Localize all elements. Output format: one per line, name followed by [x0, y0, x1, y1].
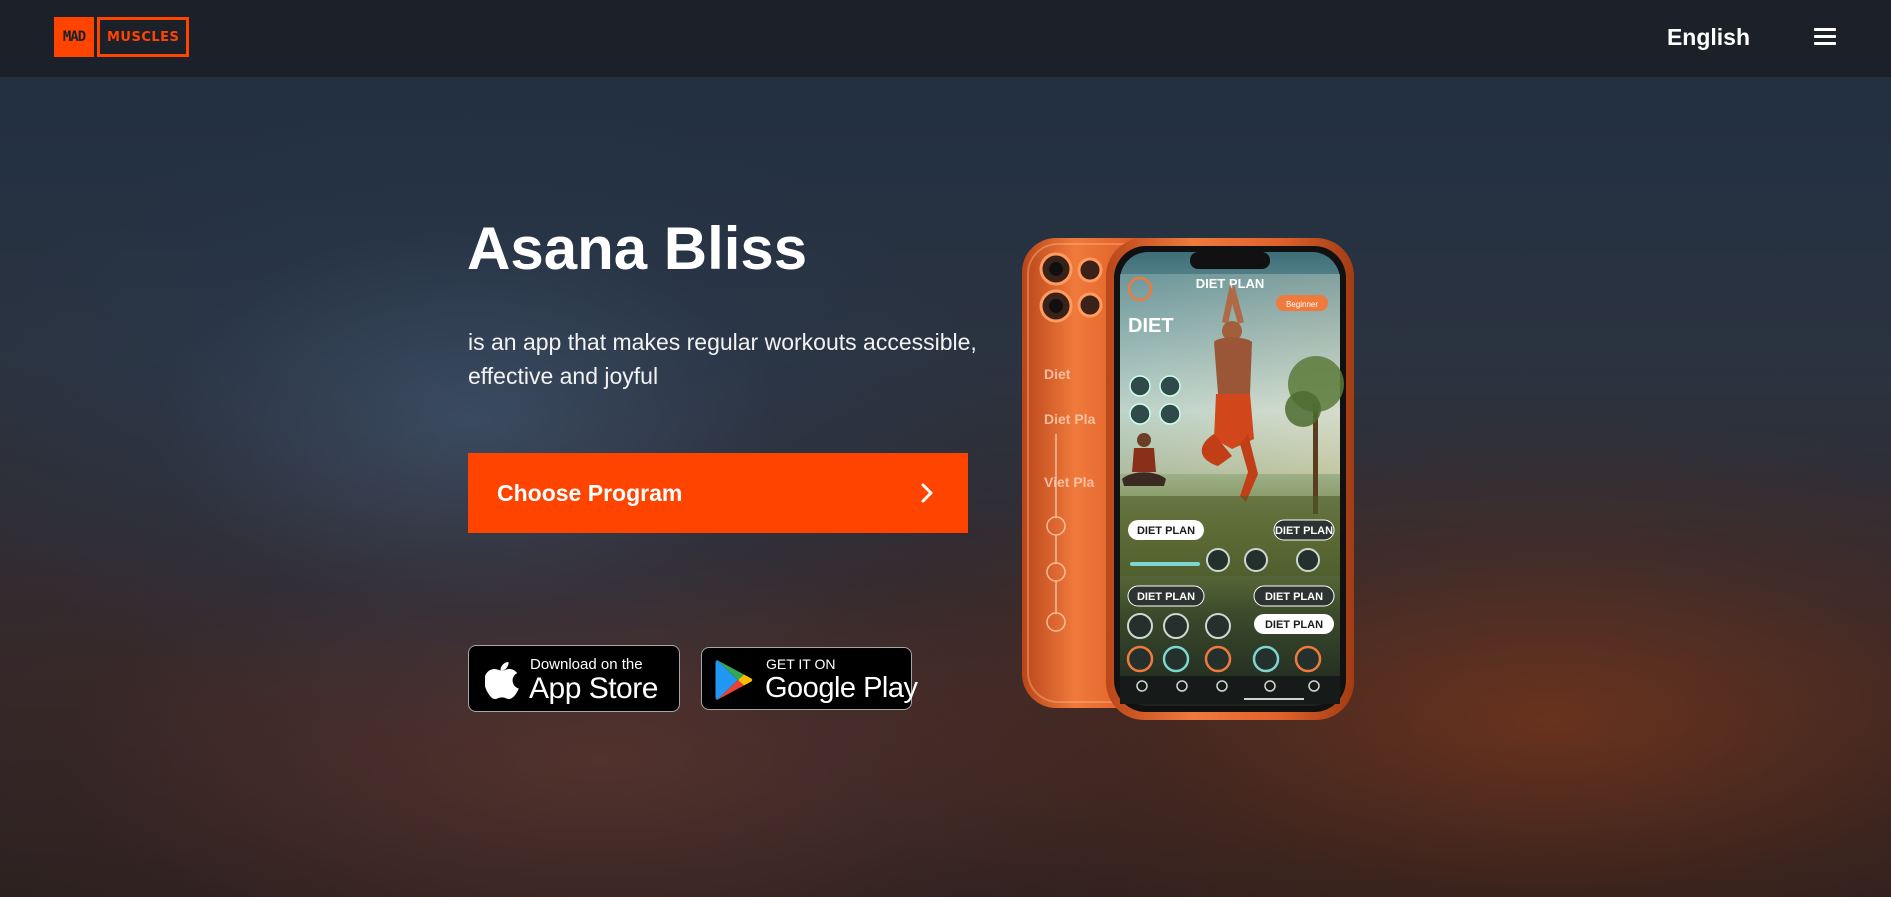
mad-muscles-logo[interactable]: MAD MUSCLES	[54, 17, 190, 57]
language-selector[interactable]: English	[1667, 24, 1750, 51]
apple-icon	[485, 662, 519, 699]
app-store-small-text: Download on the	[530, 656, 643, 673]
app-phone-illustration: Diet Diet Pla Viet Pla DIET PLAN Beginne…	[1018, 234, 1358, 724]
phone-pill-label: DIET PLAN	[1275, 525, 1333, 537]
google-play-big-text: Google Play	[765, 672, 918, 704]
google-play-icon	[715, 660, 753, 700]
choose-program-button[interactable]: Choose Program	[468, 453, 968, 533]
menu-line	[1814, 28, 1836, 31]
chevron-right-icon	[921, 483, 933, 503]
phone-level-badge: Beginner	[1286, 300, 1318, 309]
logo-mad-mark: MAD	[54, 17, 94, 57]
choose-program-label: Choose Program	[497, 479, 683, 506]
svg-text:Diet Pla: Diet Pla	[1044, 411, 1096, 427]
svg-text:Diet: Diet	[1044, 366, 1071, 382]
top-nav-bar: MAD MUSCLES English	[0, 0, 1891, 77]
menu-line	[1814, 35, 1836, 38]
menu-line	[1814, 42, 1836, 45]
phone-pill-label: DIET PLAN	[1137, 591, 1195, 603]
phone-pill-label: DIET PLAN	[1137, 525, 1195, 537]
svg-text:Viet Pla: Viet Pla	[1044, 474, 1095, 490]
app-store-big-text: App Store	[529, 672, 658, 705]
google-play-badge[interactable]: GET IT ON Google Play	[701, 647, 918, 710]
phone-mockup-image: Diet Diet Pla Viet Pla DIET PLAN Beginne…	[1022, 238, 1354, 720]
phone-big-label: DIET	[1128, 315, 1174, 337]
logo-muscles-wordmark: MUSCLES	[97, 17, 190, 57]
hamburger-menu-icon[interactable]	[1814, 26, 1836, 48]
google-play-small-text: GET IT ON	[766, 656, 836, 672]
app-store-badge[interactable]: Download on the App Store	[468, 645, 680, 712]
phone-pill-label: DIET PLAN	[1265, 619, 1323, 631]
phone-pill-label: DIET PLAN	[1265, 591, 1323, 603]
page-title: Asana Bliss	[467, 215, 808, 282]
page-subtitle: is an app that makes regular workouts ac…	[468, 329, 977, 389]
